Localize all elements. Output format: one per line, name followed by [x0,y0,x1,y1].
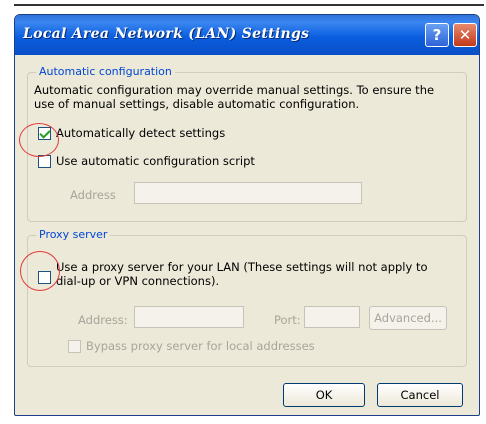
bypass-local-checkbox[interactable] [68,340,81,353]
top-rule [14,4,484,6]
proxy-server-legend: Proxy server [36,228,111,241]
ok-button[interactable]: OK [283,383,365,407]
advanced-button[interactable]: Advanced... [369,306,447,330]
automatic-configuration-legend: Automatic configuration [36,65,175,78]
help-button[interactable]: ? [425,23,449,47]
question-mark-icon: ? [432,26,442,44]
proxy-address-label: Address: [78,313,128,327]
use-proxy-label-line1[interactable]: Use a proxy server for your LAN (These s… [56,260,428,274]
proxy-server-group: Proxy server Use a proxy server for your… [27,228,467,367]
script-address-input[interactable] [134,182,362,204]
auto-config-description-line2: use of manual settings, disable automati… [34,97,360,111]
proxy-port-label: Port: [274,313,301,327]
dialog-body: Automatic configuration Automatic config… [15,55,479,415]
title-bar[interactable]: Local Area Network (LAN) Settings ? ✕ [15,15,479,55]
proxy-address-input[interactable] [134,306,244,328]
close-button[interactable]: ✕ [453,23,477,47]
cancel-button[interactable]: Cancel [377,383,463,407]
close-icon: ✕ [458,26,472,44]
lan-settings-dialog: Local Area Network (LAN) Settings ? ✕ Au… [14,14,480,416]
dialog-title: Local Area Network (LAN) Settings [23,26,310,42]
use-proxy-label-line2[interactable]: dial-up or VPN connections). [56,274,219,288]
automatic-configuration-group: Automatic configuration Automatic config… [27,65,467,222]
auto-config-description-line1: Automatic configuration may override man… [34,83,435,97]
auto-detect-label[interactable]: Automatically detect settings [56,126,225,140]
annotation-circle-use-proxy [20,251,60,291]
bypass-local-label[interactable]: Bypass proxy server for local addresses [86,339,315,353]
script-address-label: Address [70,188,116,202]
auto-config-script-label[interactable]: Use automatic configuration script [56,154,255,168]
annotation-circle-auto-detect [19,123,59,157]
proxy-port-input[interactable] [304,306,360,328]
